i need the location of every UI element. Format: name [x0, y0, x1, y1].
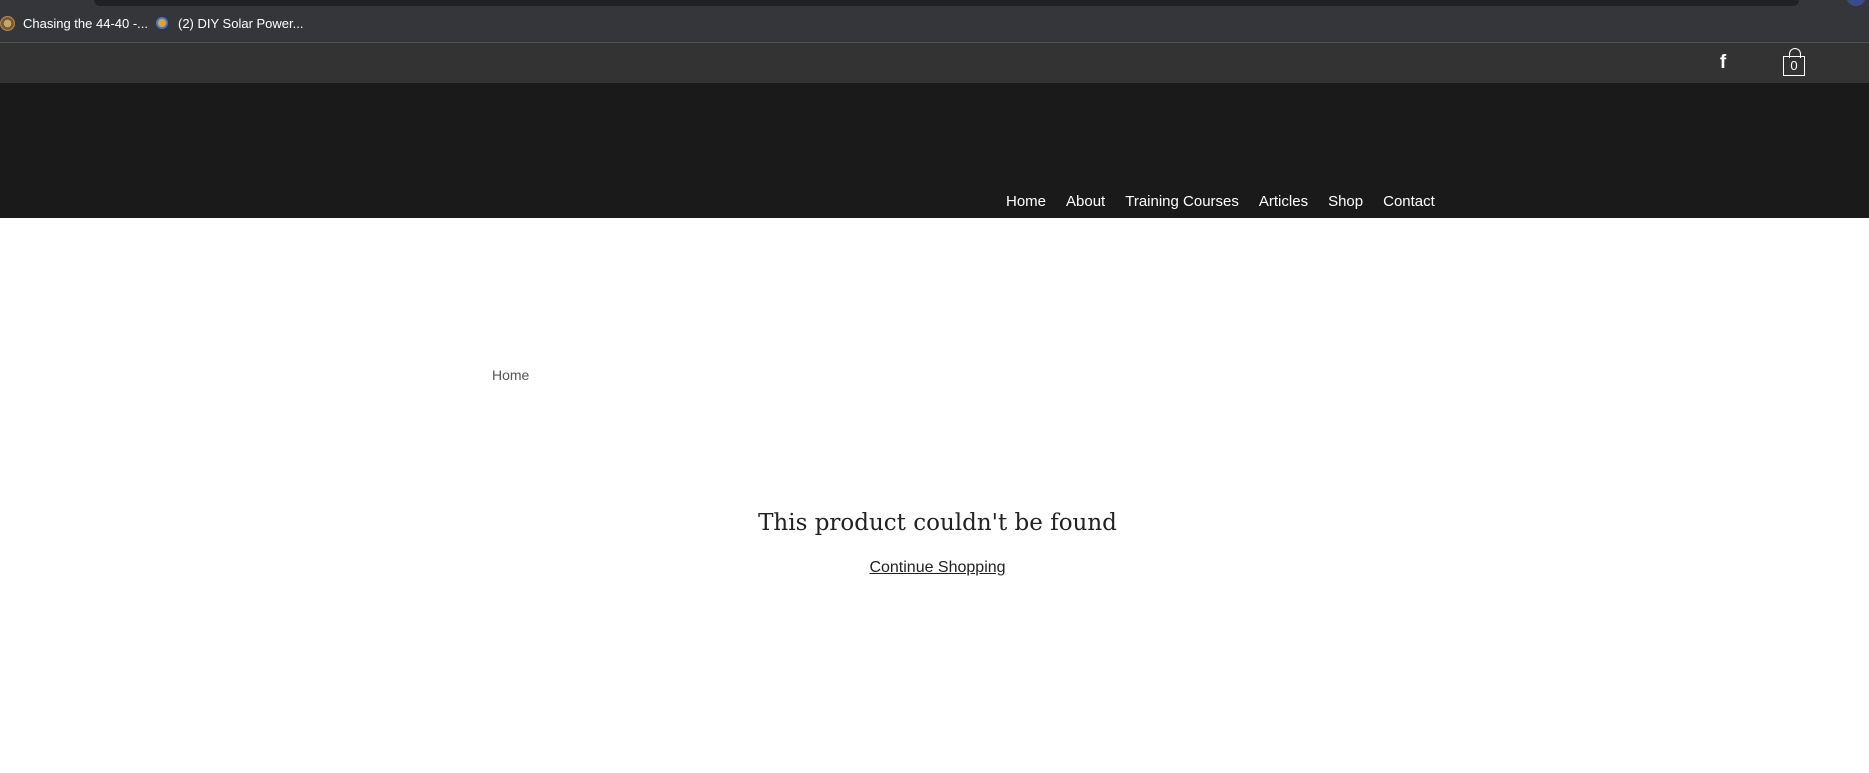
cart-button[interactable]: 0	[1783, 48, 1809, 78]
nav-item-shop[interactable]: Shop	[1318, 192, 1373, 212]
main-nav: Home About Training Courses Articles Sho…	[996, 192, 1445, 212]
not-found-message: This product couldn't be found	[758, 510, 1117, 536]
profile-avatar[interactable]	[1846, 0, 1866, 6]
sun-favicon-icon	[154, 15, 170, 31]
address-bar-edge[interactable]	[94, 0, 1799, 6]
continue-shopping: Continue Shopping	[0, 559, 1869, 577]
facebook-icon[interactable]: f	[1712, 52, 1734, 74]
cart-count: 0	[1790, 58, 1798, 73]
breadcrumb-home[interactable]: Home	[492, 367, 529, 383]
nav-item-articles[interactable]: Articles	[1249, 192, 1318, 212]
site-favicon-icon	[0, 15, 15, 31]
bookmark-item[interactable]: Chasing the 44-40 -...	[0, 13, 148, 33]
browser-chrome: Chasing the 44-40 -... (2) DIY Solar Pow…	[0, 0, 1869, 42]
nav-item-about[interactable]: About	[1056, 192, 1115, 212]
nav-item-contact[interactable]: Contact	[1373, 192, 1445, 212]
site-topbar: f 0	[0, 43, 1869, 83]
bookmark-label: (2) DIY Solar Power...	[178, 15, 304, 31]
bookmark-label: Chasing the 44-40 -...	[23, 15, 149, 31]
continue-shopping-link[interactable]: Continue Shopping	[869, 559, 1005, 576]
nav-item-home[interactable]: Home	[996, 192, 1056, 212]
nav-item-training-courses[interactable]: Training Courses	[1115, 192, 1249, 212]
site-header: Home About Training Courses Articles Sho…	[0, 83, 1869, 218]
bookmark-item[interactable]: (2) DIY Solar Power...	[154, 13, 303, 33]
